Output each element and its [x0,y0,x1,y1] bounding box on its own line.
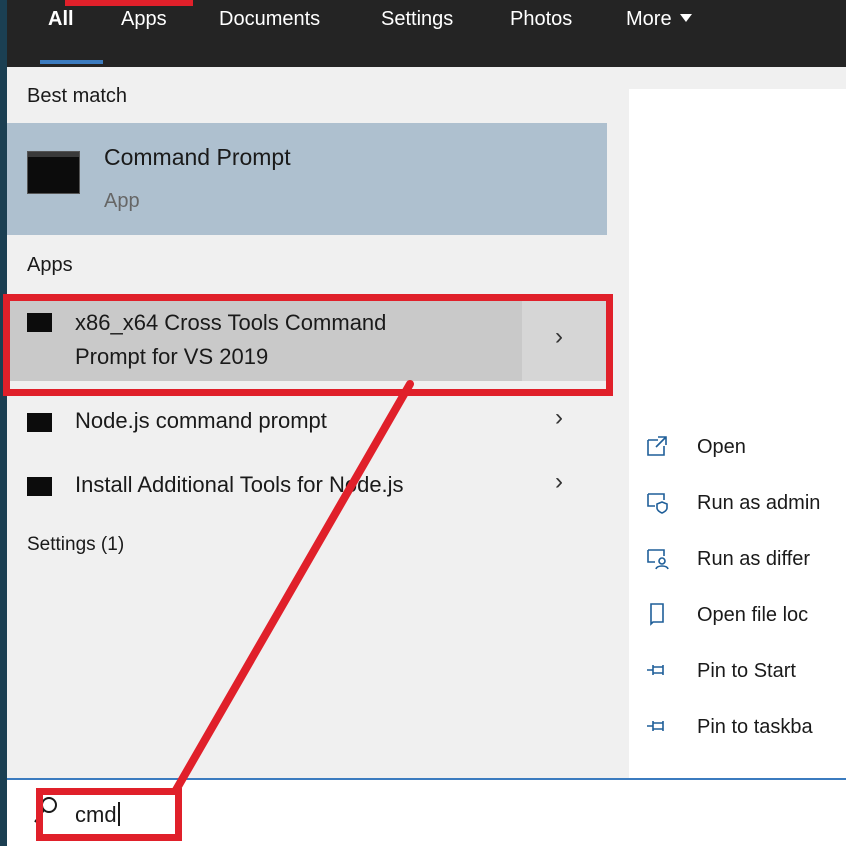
app-item-label: Install Additional Tools for Node.js [75,472,404,497]
action-label: Run as differ [697,548,811,570]
action-run-as-admin[interactable]: Run as admin [629,488,846,518]
best-match-item[interactable]: Command Prompt App [7,123,607,235]
detail-pane: Open Run as admin Run as differ Open fil… [607,67,846,778]
action-label: Open file loc [697,604,809,626]
app-item-label: Node.js command prompt [75,408,327,433]
action-open[interactable]: Open [629,432,846,462]
terminal-icon [27,151,80,194]
app-item-nodejs-prompt[interactable]: Node.js command prompt › [7,401,607,441]
open-external-icon [647,436,667,456]
active-tab-indicator [40,60,103,64]
annotation-box-search [36,788,182,841]
app-item-node-tools[interactable]: Install Additional Tools for Node.js › [7,465,607,505]
annotation-highlight-bar [65,0,193,6]
tab-photos[interactable]: Photos [510,8,572,34]
tab-documents-label: Documents [219,8,321,30]
chevron-right-icon: › [555,404,563,431]
tab-all[interactable]: All [48,8,74,34]
action-pin-to-start[interactable]: Pin to Start [629,656,846,686]
pin-icon [647,665,664,675]
tab-settings[interactable]: Settings [381,8,453,34]
terminal-icon [27,413,52,432]
tab-photos-label: Photos [510,8,573,30]
tab-more-label: More [626,8,672,30]
shield-run-icon [647,493,668,514]
tab-settings-label: Settings [381,8,454,30]
section-best-match: Best match [27,85,128,107]
tab-documents[interactable]: Documents [219,8,320,34]
app-preview [629,89,846,399]
best-match-type: App [104,190,140,212]
section-apps: Apps [27,254,73,276]
action-label: Pin to taskba [697,716,813,738]
annotation-box-app [3,294,613,396]
best-match-name: Command Prompt [104,144,291,170]
user-run-icon [647,549,669,570]
pin-icon [647,721,664,731]
tab-all-label: All [48,8,74,30]
folder-location-icon [650,603,664,626]
action-run-as-different-user[interactable]: Run as differ [629,544,846,574]
chevron-right-icon: › [555,468,563,495]
action-label: Pin to Start [697,660,796,682]
section-settings[interactable]: Settings (1) [27,534,124,556]
chevron-down-icon [679,13,692,22]
tab-more[interactable]: More [626,8,692,34]
action-list: Open Run as admin Run as differ Open fil… [629,399,846,778]
action-label: Open [697,436,746,458]
action-pin-to-taskbar[interactable]: Pin to taskba [629,712,846,742]
action-label: Run as admin [697,492,821,514]
tab-apps-label: Apps [121,8,167,30]
start-search-panel: All Apps Documents Settings Photos More … [7,0,846,846]
terminal-icon [27,477,52,496]
filter-tab-bar: All Apps Documents Settings Photos More [7,0,846,67]
tab-apps[interactable]: Apps [121,8,167,34]
action-open-file-location[interactable]: Open file loc [629,600,846,630]
results-pane: Best match Command Prompt App Apps x86_x… [7,67,607,778]
